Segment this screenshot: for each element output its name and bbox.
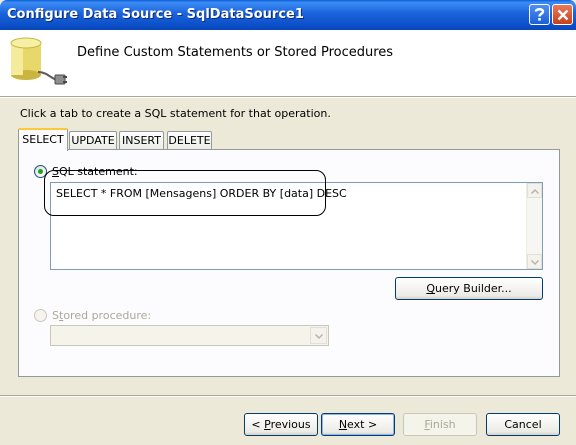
chevron-down-icon: [314, 329, 323, 342]
finish-label: inish: [429, 418, 456, 431]
finish-button[interactable]: Finish: [403, 413, 477, 436]
window-title: Configure Data Source - SqlDataSource1: [7, 7, 304, 22]
instructions-text: Click a tab to create a SQL statement fo…: [20, 107, 331, 120]
previous-prefix: <: [251, 418, 265, 431]
wizard-header: [0, 30, 576, 96]
annotation-highlight: [44, 170, 326, 216]
stored-procedure-label: Stored procedure:: [52, 309, 151, 322]
query-builder-button[interactable]: Query Builder...: [395, 277, 543, 300]
next-button[interactable]: Next >: [321, 413, 395, 436]
question-mark-icon: [533, 7, 546, 22]
page-title: Define Custom Statements or Stored Proce…: [77, 45, 394, 60]
help-button[interactable]: [529, 4, 550, 25]
scroll-up-button[interactable]: [527, 183, 542, 198]
previous-label: revious: [270, 418, 311, 431]
chevron-down-icon: [530, 255, 539, 268]
sql-vertical-scrollbar[interactable]: [526, 183, 542, 269]
tab-delete[interactable]: DELETE: [167, 131, 212, 150]
next-label: ext >: [347, 418, 378, 431]
stored-procedure-dropdown[interactable]: [50, 325, 329, 346]
cancel-button[interactable]: Cancel: [486, 413, 560, 436]
next-accel: N: [338, 418, 348, 431]
dropdown-button[interactable]: [310, 327, 327, 344]
stored-procedure-radio[interactable]: [34, 309, 47, 322]
database-plug-icon: [8, 36, 68, 91]
query-builder-accel: Q: [426, 282, 435, 295]
stored-procedure-label-rest: ored procedure:: [63, 309, 152, 322]
close-x-icon: [557, 9, 569, 21]
title-bar[interactable]: Configure Data Source - SqlDataSource1: [0, 0, 576, 30]
previous-button[interactable]: < Previous: [244, 413, 318, 436]
footer-divider: [0, 395, 576, 397]
tab-update[interactable]: UPDATE: [69, 131, 117, 150]
tab-insert[interactable]: INSERT: [119, 131, 164, 150]
stored-procedure-label-pre: S: [52, 309, 59, 322]
close-button[interactable]: [552, 4, 573, 25]
header-divider: [0, 96, 576, 98]
query-builder-label: uery Builder...: [435, 282, 512, 295]
scroll-down-button[interactable]: [527, 254, 542, 269]
chevron-up-icon: [530, 184, 539, 197]
tab-select[interactable]: SELECT: [18, 128, 68, 151]
